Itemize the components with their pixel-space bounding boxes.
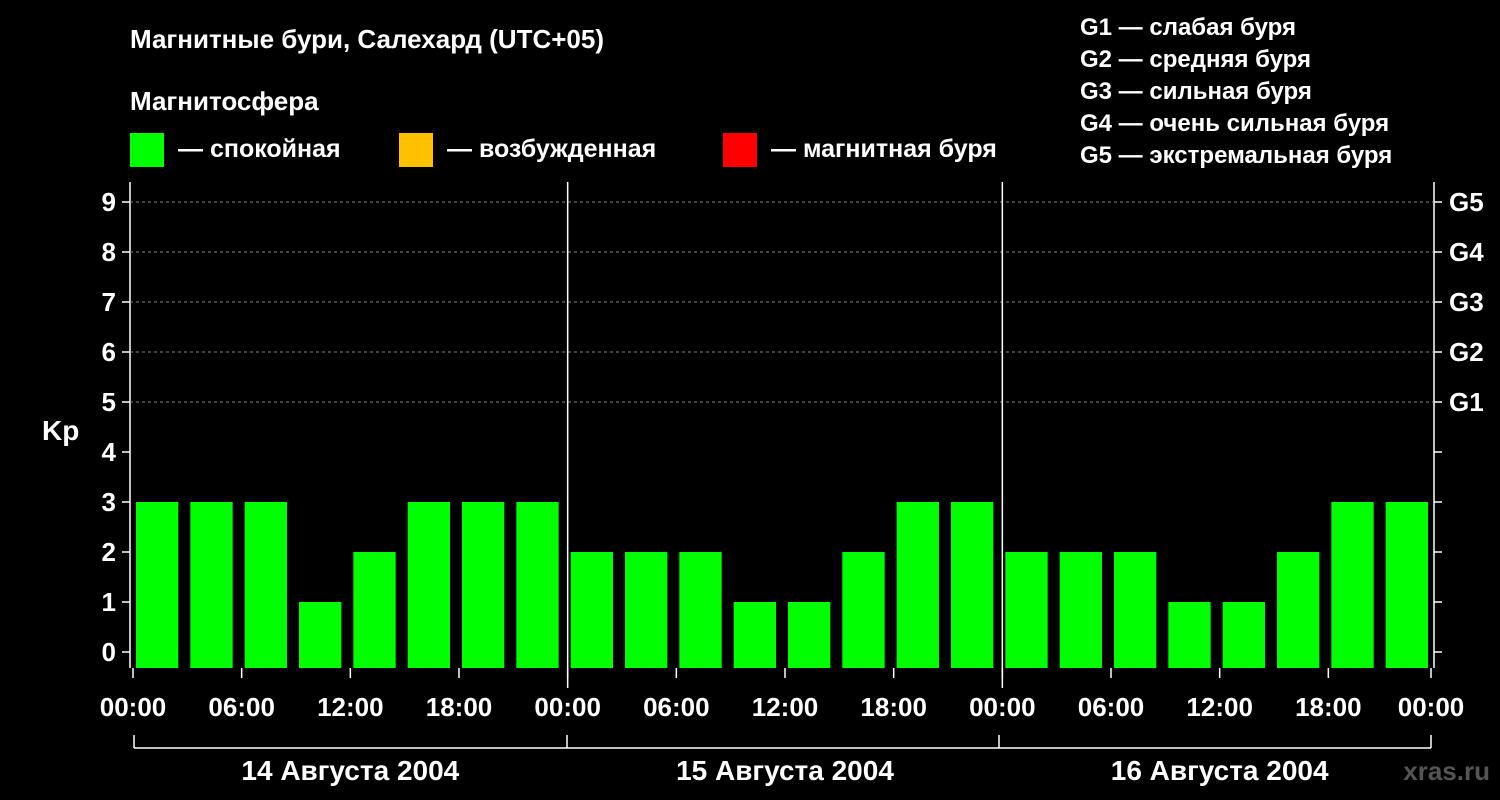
kp-bar — [733, 602, 776, 668]
kp-bar — [570, 552, 613, 668]
x-tick-label: 00:00 — [100, 692, 167, 722]
y-axis-label: Kp — [42, 415, 79, 446]
day-label: 15 Августа 2004 — [676, 755, 894, 786]
kp-bar — [951, 502, 994, 668]
kp-bar — [190, 502, 233, 668]
x-tick-label: 06:00 — [643, 692, 710, 722]
y-tick-label: 6 — [102, 337, 116, 367]
y-tick-label: 8 — [102, 237, 116, 267]
watermark: xras.ru — [1403, 756, 1490, 786]
x-tick-label: 18:00 — [1295, 692, 1362, 722]
y-tick-label: 5 — [102, 387, 116, 417]
y-tick-label: 2 — [102, 537, 116, 567]
x-tick-label: 00:00 — [534, 692, 601, 722]
kp-bar — [516, 502, 559, 668]
x-tick-label: 12:00 — [317, 692, 384, 722]
x-tick-label: 12:00 — [752, 692, 819, 722]
kp-bar — [1059, 552, 1102, 668]
y-tick-label: 1 — [102, 587, 116, 617]
x-tick-label: 18:00 — [426, 692, 493, 722]
kp-bar — [1331, 502, 1374, 668]
kp-bar — [1114, 552, 1157, 668]
x-tick-label: 06:00 — [1078, 692, 1145, 722]
kp-bar — [1385, 502, 1428, 668]
kp-bar — [788, 602, 831, 668]
g-axis-label: G4 — [1449, 237, 1484, 267]
y-tick-label: 3 — [102, 487, 116, 517]
kp-bar — [299, 602, 342, 668]
x-tick-label: 18:00 — [860, 692, 927, 722]
kp-bar — [842, 552, 885, 668]
x-tick-label: 06:00 — [208, 692, 275, 722]
y-tick-label: 9 — [102, 187, 116, 217]
kp-bar — [1005, 552, 1048, 668]
kp-bar — [625, 552, 668, 668]
g-axis-label: G3 — [1449, 287, 1484, 317]
kp-chart: 0 1 2 3 4 5 6 7 8 9 G1 G2 G3 G4 G5 Kp 00:00 06:00 12:00 18:… — [42, 182, 1484, 786]
g-axis-label: G1 — [1449, 387, 1484, 417]
g-axis-label: G5 — [1449, 187, 1484, 217]
kp-bar — [244, 502, 287, 668]
kp-bar — [1277, 552, 1320, 668]
kp-bar — [679, 552, 722, 668]
kp-bar — [896, 502, 939, 668]
kp-bar — [136, 502, 179, 668]
kp-bar — [353, 552, 396, 668]
kp-bar — [1222, 602, 1265, 668]
x-tick-label: 12:00 — [1186, 692, 1253, 722]
x-tick-label: 00:00 — [1398, 692, 1465, 722]
kp-bar — [1168, 602, 1211, 668]
y-tick-label: 7 — [102, 287, 116, 317]
kp-bar — [407, 502, 450, 668]
y-tick-label: 0 — [102, 637, 116, 667]
kp-bar — [462, 502, 505, 668]
g-axis-label: G2 — [1449, 337, 1484, 367]
x-tick-label: 00:00 — [969, 692, 1036, 722]
y-tick-label: 4 — [102, 437, 117, 467]
day-label: 16 Августа 2004 — [1111, 755, 1329, 786]
day-label: 14 Августа 2004 — [241, 755, 459, 786]
